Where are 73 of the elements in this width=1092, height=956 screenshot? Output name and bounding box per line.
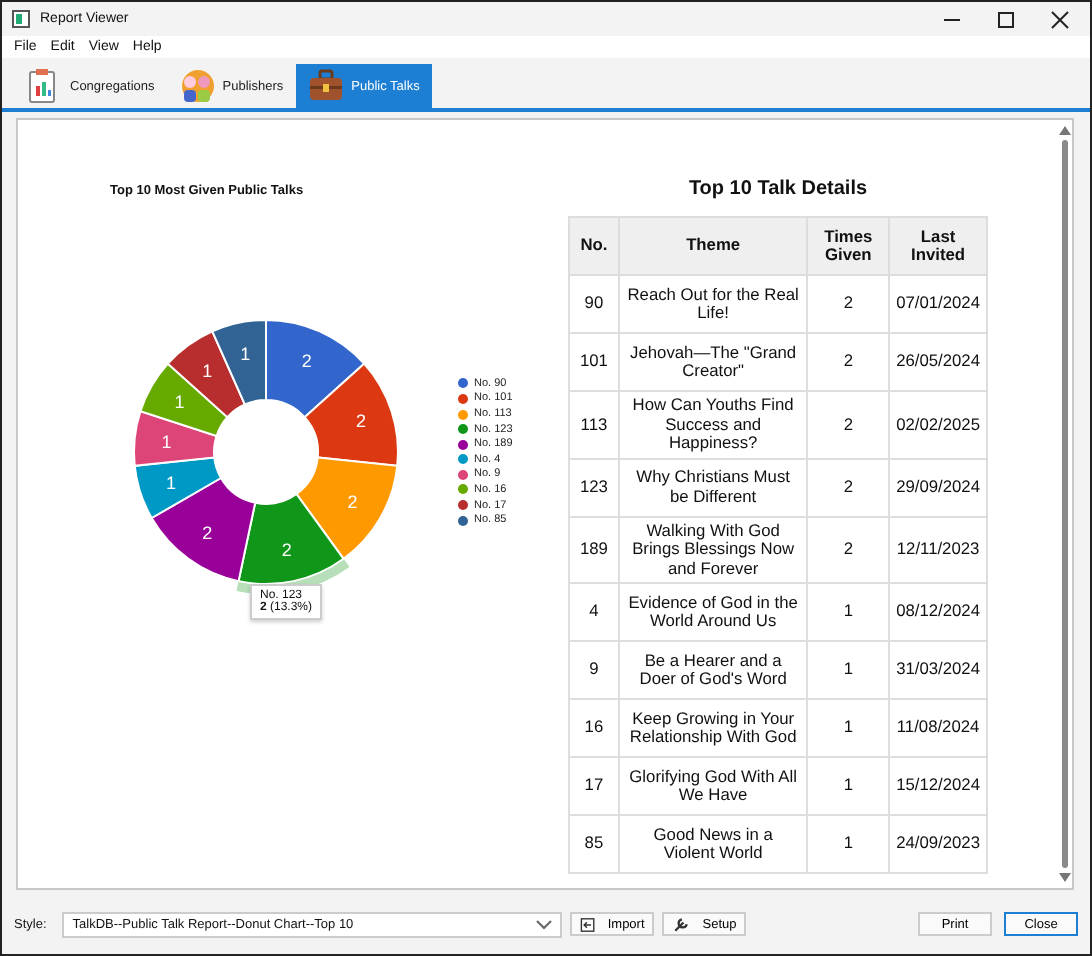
table-cell: 113 (569, 391, 619, 458)
table-cell: 2 (807, 458, 890, 516)
table-cell: Why Christians Must be Different (618, 458, 808, 516)
table-cell: 4 (569, 583, 619, 641)
close-icon[interactable] (1050, 9, 1070, 29)
column-header: Last Invited (889, 217, 987, 275)
table-title: Top 10 Talk Details (688, 178, 868, 200)
table-cell: 11/08/2024 (889, 699, 987, 757)
table-cell: 31/03/2024 (889, 641, 987, 699)
slice-label: 2 (202, 522, 213, 543)
slice-label: 1 (174, 392, 185, 412)
table-cell: 1 (807, 583, 890, 641)
slice-label: 2 (356, 411, 367, 432)
people-icon (178, 68, 215, 104)
table-cell: Glorifying God With All We Have (618, 757, 808, 815)
donut-slice[interactable] (211, 319, 267, 406)
table-cell: Keep Growing in Your Relationship With God (618, 699, 808, 757)
column-header: Theme (618, 217, 808, 275)
slice-label: 1 (240, 344, 251, 365)
wrench-icon (672, 913, 691, 935)
import-icon (580, 913, 596, 935)
table-cell: 02/02/2025 (889, 391, 987, 458)
scroll-down-icon[interactable] (1057, 872, 1071, 884)
table-cell: 1 (807, 699, 890, 757)
slice-label: 1 (161, 431, 172, 452)
donut-slice[interactable] (295, 456, 399, 560)
table-cell: 12/11/2023 (889, 516, 987, 583)
table-cell: How Can Youths Find Success and Happiness? (618, 391, 808, 458)
table-cell: 101 (569, 333, 619, 391)
slice-label: 1 (202, 361, 213, 382)
scrollbar-thumb[interactable] (1061, 140, 1067, 868)
table-cell: Good News in a Violent World (618, 815, 808, 873)
donut-slice[interactable] (166, 330, 246, 419)
table-cell: 17 (569, 757, 619, 815)
table-cell: 24/09/2023 (889, 815, 987, 873)
slice-label: 1 (165, 472, 176, 493)
scroll-up-icon[interactable] (1057, 124, 1071, 136)
table-cell: 123 (569, 458, 619, 516)
table-cell: 2 (807, 333, 890, 391)
slice-label: 2 (301, 350, 312, 371)
table-cell: 9 (569, 641, 619, 699)
briefcase-icon (307, 68, 344, 104)
slice-label: 2 (347, 492, 358, 512)
table-cell: 1 (807, 641, 890, 699)
table-cell: 1 (807, 815, 890, 873)
slice-label: 2 (281, 539, 292, 560)
table-cell: 2 (807, 391, 890, 458)
table-cell: 08/12/2024 (889, 583, 987, 641)
column-header: No. (569, 217, 619, 275)
table-cell: Reach Out for the Real Life! (618, 275, 808, 333)
maximize-icon[interactable] (996, 9, 1016, 29)
table-cell: 189 (569, 516, 619, 583)
table-cell: Be a Hearer and a Doer of God's Word (618, 641, 808, 699)
chevron-down-icon[interactable] (536, 919, 553, 929)
table-cell: 16 (569, 699, 619, 757)
donut-slice[interactable] (150, 477, 257, 583)
table-cell: 07/01/2024 (889, 275, 987, 333)
table-cell: 15/12/2024 (889, 757, 987, 815)
table-cell: 29/09/2024 (889, 458, 987, 516)
table-cell: Evidence of God in the World Around Us (618, 583, 808, 641)
table-cell: 2 (807, 275, 890, 333)
table-cell: Walking With God Brings Blessings Now and Forever (618, 516, 808, 583)
table-cell: 1 (807, 757, 890, 815)
donut-slice[interactable] (133, 456, 222, 519)
app-icon (12, 10, 30, 28)
column-header: Times Given (807, 217, 890, 275)
donut-slice[interactable] (133, 410, 218, 467)
table-cell: 26/05/2024 (889, 333, 987, 391)
table-cell: 85 (569, 815, 619, 873)
table-cell: 90 (569, 275, 619, 333)
table-cell: Jehovah—The "Grand Creator" (618, 333, 808, 391)
donut-slice[interactable] (139, 362, 229, 437)
table-cell: 2 (807, 516, 890, 583)
